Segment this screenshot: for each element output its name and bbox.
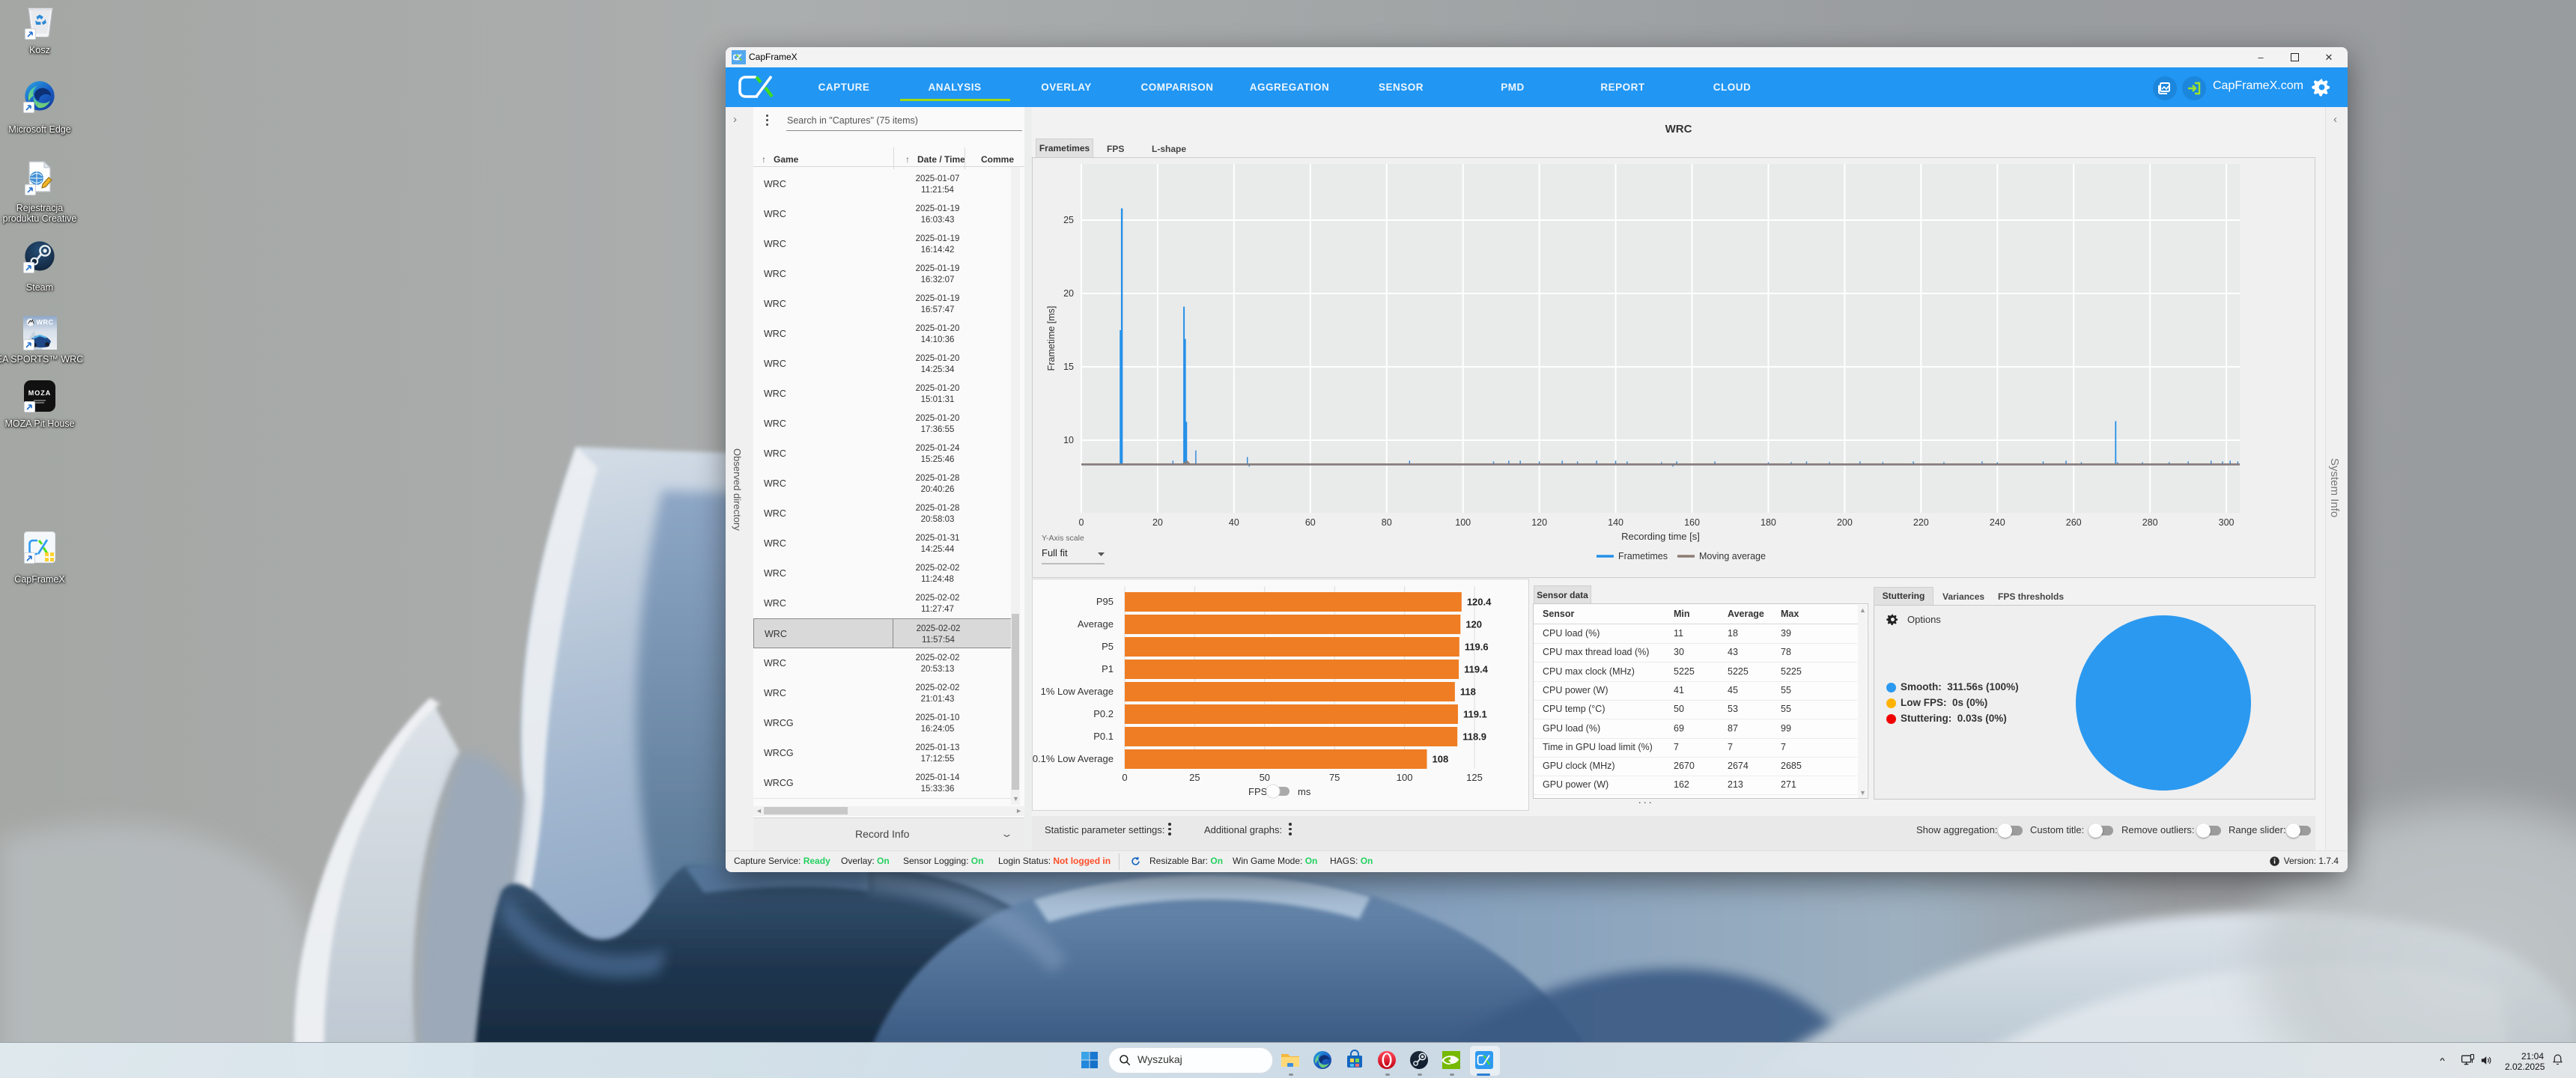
svg-text:0: 0 [1122, 772, 1127, 783]
svg-text:80: 80 [1382, 517, 1392, 528]
svg-text:WRC: WRC [37, 319, 54, 326]
svg-text:280: 280 [2142, 517, 2158, 528]
svg-text:118: 118 [1460, 686, 1476, 698]
svg-text:108: 108 [1432, 754, 1448, 765]
svg-text:160: 160 [1684, 517, 1700, 528]
svg-text:120: 120 [1465, 619, 1482, 630]
svg-text:220: 220 [1913, 517, 1929, 528]
svg-text:180: 180 [1761, 517, 1776, 528]
svg-text:Average: Average [1078, 618, 1114, 630]
svg-text:120.4: 120.4 [1467, 597, 1492, 608]
svg-text:Frametime [ms]: Frametime [ms] [1046, 306, 1057, 371]
svg-text:120: 120 [1531, 517, 1547, 528]
svg-text:50: 50 [1260, 772, 1270, 783]
svg-text:125: 125 [1466, 772, 1483, 783]
svg-text:P0.1: P0.1 [1093, 731, 1114, 742]
svg-text:100: 100 [1455, 517, 1471, 528]
svg-text:40: 40 [1229, 517, 1239, 528]
svg-text:140: 140 [1608, 517, 1623, 528]
svg-text:60: 60 [1305, 517, 1316, 528]
svg-text:25: 25 [1063, 215, 1074, 225]
svg-text:Recording time [s]: Recording time [s] [1621, 531, 1700, 542]
svg-text:MOZA: MOZA [28, 389, 52, 397]
svg-text:100: 100 [1397, 772, 1413, 783]
svg-text:260: 260 [2066, 517, 2082, 528]
svg-text:ms: ms [1298, 786, 1311, 797]
svg-text:119.1: 119.1 [1463, 709, 1487, 720]
svg-text:10: 10 [1063, 435, 1074, 445]
svg-text:P95: P95 [1096, 596, 1114, 607]
svg-text:P0.2: P0.2 [1093, 708, 1114, 719]
svg-text:1% Low Average: 1% Low Average [1041, 686, 1114, 697]
svg-text:P5: P5 [1102, 641, 1114, 652]
svg-text:119.6: 119.6 [1465, 642, 1489, 653]
svg-text:200: 200 [1837, 517, 1853, 528]
svg-text:240: 240 [1990, 517, 2005, 528]
svg-text:20: 20 [1063, 288, 1074, 299]
svg-text:20: 20 [1152, 517, 1163, 528]
svg-text:Moving average: Moving average [1699, 551, 1766, 561]
svg-text:119.4: 119.4 [1464, 664, 1489, 675]
svg-text:0: 0 [1079, 517, 1084, 528]
svg-text:FPS: FPS [1248, 786, 1268, 797]
svg-text:0.1% Low Average: 0.1% Low Average [1033, 753, 1114, 764]
svg-text:P1: P1 [1102, 663, 1114, 674]
svg-text:25: 25 [1189, 772, 1200, 783]
svg-text:300: 300 [2219, 517, 2235, 528]
svg-text:15: 15 [1063, 362, 1074, 372]
svg-text:118.9: 118.9 [1462, 731, 1486, 743]
svg-text:Y-Axis scale: Y-Axis scale [1042, 534, 1084, 543]
svg-text:Full fit: Full fit [1042, 547, 1068, 558]
svg-text:Frametimes: Frametimes [1618, 551, 1668, 561]
svg-text:75: 75 [1329, 772, 1340, 783]
